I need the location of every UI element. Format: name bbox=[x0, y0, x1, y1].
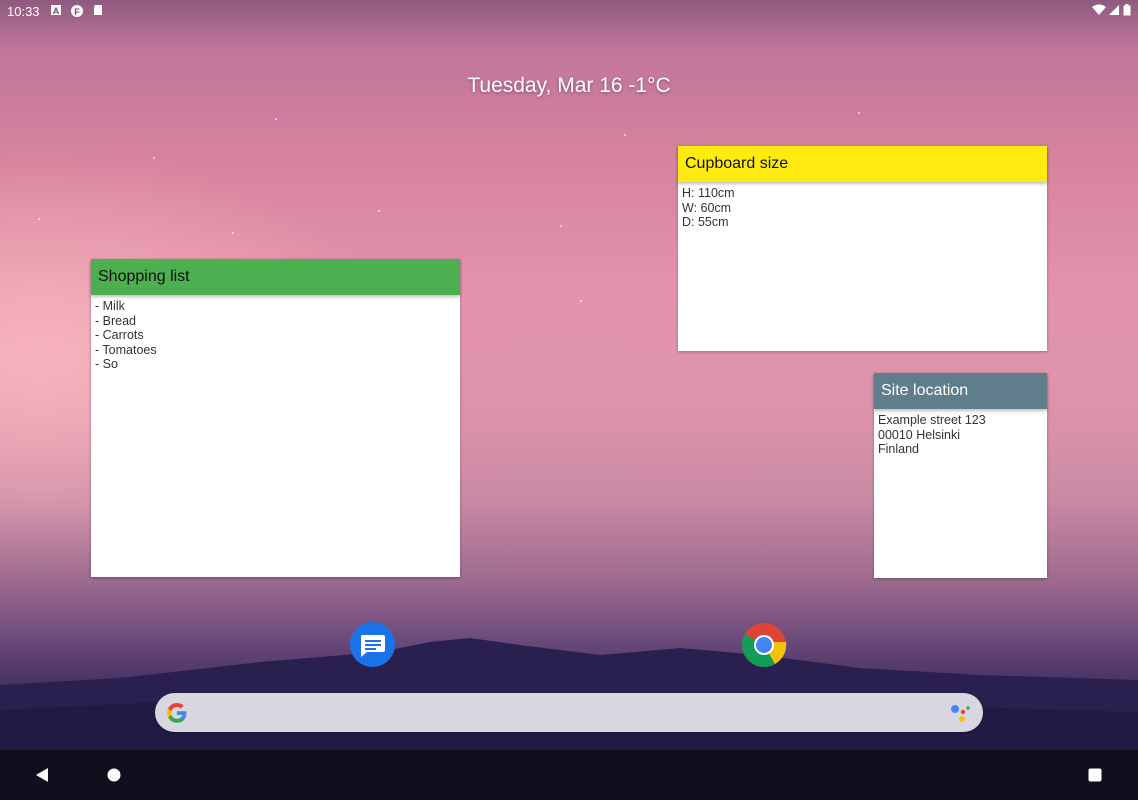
date-weather-widget[interactable]: Tuesday, Mar 16 -1°C bbox=[0, 74, 1138, 98]
app-f-icon: F bbox=[70, 4, 83, 17]
svg-text:A: A bbox=[53, 6, 60, 16]
wifi-icon bbox=[1092, 4, 1106, 16]
sd-card-icon bbox=[92, 4, 104, 16]
google-assistant-icon[interactable] bbox=[948, 702, 972, 729]
note-title[interactable]: Site location bbox=[874, 373, 1047, 409]
battery-icon bbox=[1123, 4, 1135, 16]
star bbox=[580, 300, 582, 302]
google-search-bar[interactable] bbox=[155, 693, 983, 732]
star bbox=[624, 134, 626, 136]
note-title[interactable]: Shopping list bbox=[91, 259, 460, 295]
star bbox=[153, 157, 155, 159]
svg-text:F: F bbox=[74, 7, 80, 17]
note-body[interactable]: H: 110cm W: 60cm D: 55cm bbox=[678, 182, 1047, 351]
note-body[interactable]: Example street 123 00010 Helsinki Finlan… bbox=[874, 409, 1047, 578]
star bbox=[232, 232, 234, 234]
note-widget-cupboard[interactable]: Cupboard size H: 110cm W: 60cm D: 55cm bbox=[678, 146, 1047, 351]
note-title[interactable]: Cupboard size bbox=[678, 146, 1047, 182]
navigation-bar bbox=[0, 750, 1138, 800]
back-icon[interactable] bbox=[34, 767, 50, 788]
star bbox=[38, 218, 40, 220]
star bbox=[858, 112, 860, 114]
home-icon[interactable] bbox=[107, 768, 121, 787]
note-widget-site[interactable]: Site location Example street 123 00010 H… bbox=[874, 373, 1047, 578]
star bbox=[378, 210, 380, 212]
messages-icon[interactable] bbox=[350, 622, 395, 667]
note-body[interactable]: - Milk - Bread - Carrots - Tomatoes - So bbox=[91, 295, 460, 577]
status-bar: 10:33 A F bbox=[0, 0, 1138, 22]
google-g-icon[interactable] bbox=[166, 702, 188, 729]
font-a-icon: A bbox=[50, 4, 62, 16]
recents-icon[interactable] bbox=[1088, 768, 1102, 787]
star bbox=[275, 118, 277, 120]
status-time: 10:33 bbox=[7, 4, 40, 19]
chrome-icon[interactable] bbox=[741, 622, 787, 668]
star bbox=[560, 225, 562, 227]
note-widget-shopping[interactable]: Shopping list - Milk - Bread - Carrots -… bbox=[91, 259, 460, 577]
signal-icon bbox=[1108, 4, 1120, 16]
